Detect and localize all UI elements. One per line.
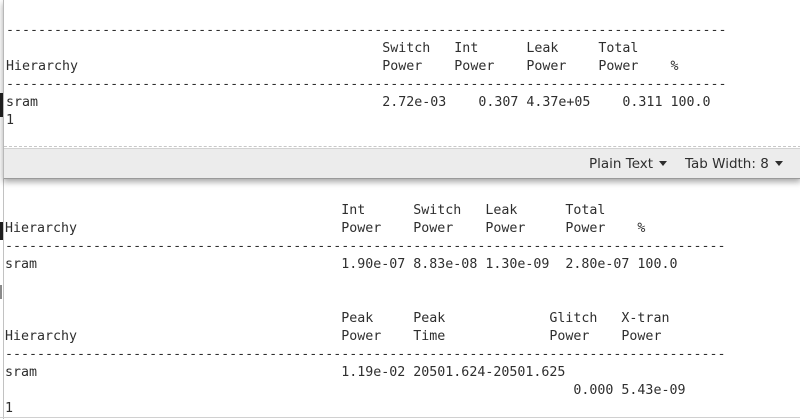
top-header-row-1: Switch Int Leak Total <box>6 41 639 56</box>
tab-width-dropdown-label: Tab Width: 8 <box>685 156 769 172</box>
left-edge-marker <box>0 285 2 299</box>
peak-values-row: 0.000 5.43e-09 <box>5 383 686 398</box>
editor-text-area[interactable]: ----------------------------------------… <box>4 0 800 147</box>
power-header-row-1: Int Switch Leak Total <box>5 203 606 218</box>
top-divider-line-2: ----------------------------------------… <box>6 77 728 92</box>
language-dropdown-label: Plain Text <box>589 156 654 172</box>
chevron-down-icon <box>774 160 783 166</box>
peak-sram-row: sram 1.19e-02 20501.624-20501.625 <box>5 365 566 380</box>
power-sram-row: sram 1.90e-07 8.83e-08 1.30e-09 2.80e-07… <box>5 257 678 272</box>
peak-divider-line: ----------------------------------------… <box>5 347 725 362</box>
peak-header-row-1: Peak Peak Glitch X-tran <box>5 311 670 326</box>
left-edge-marker <box>0 222 3 240</box>
power-divider-line: ----------------------------------------… <box>5 239 725 254</box>
text-editor-window[interactable]: ----------------------------------------… <box>3 0 800 179</box>
chevron-down-icon <box>659 160 668 166</box>
top-row-one-label: 1 <box>6 113 15 128</box>
left-edge-marker <box>0 93 3 117</box>
top-header-row-2: Hierarchy Power Power Power Power % <box>6 59 679 74</box>
power-header-row-2: Hierarchy Power Power Power Power % <box>5 221 646 236</box>
top-divider-line: ----------------------------------------… <box>6 23 728 38</box>
top-sram-row: sram 2.72e-03 0.307 4.37e+05 0.311 100.0 <box>6 95 711 110</box>
window-left-border <box>3 178 4 419</box>
tab-width-dropdown[interactable]: Tab Width: 8 <box>685 155 783 173</box>
window-bottom-border <box>0 417 800 418</box>
language-dropdown[interactable]: Plain Text <box>589 155 668 173</box>
peak-header-row-2: Hierarchy Power Time Power Power <box>5 329 662 344</box>
status-bar: Plain Text Tab Width: 8 <box>4 148 800 178</box>
row-one-label: 1 <box>5 401 14 416</box>
